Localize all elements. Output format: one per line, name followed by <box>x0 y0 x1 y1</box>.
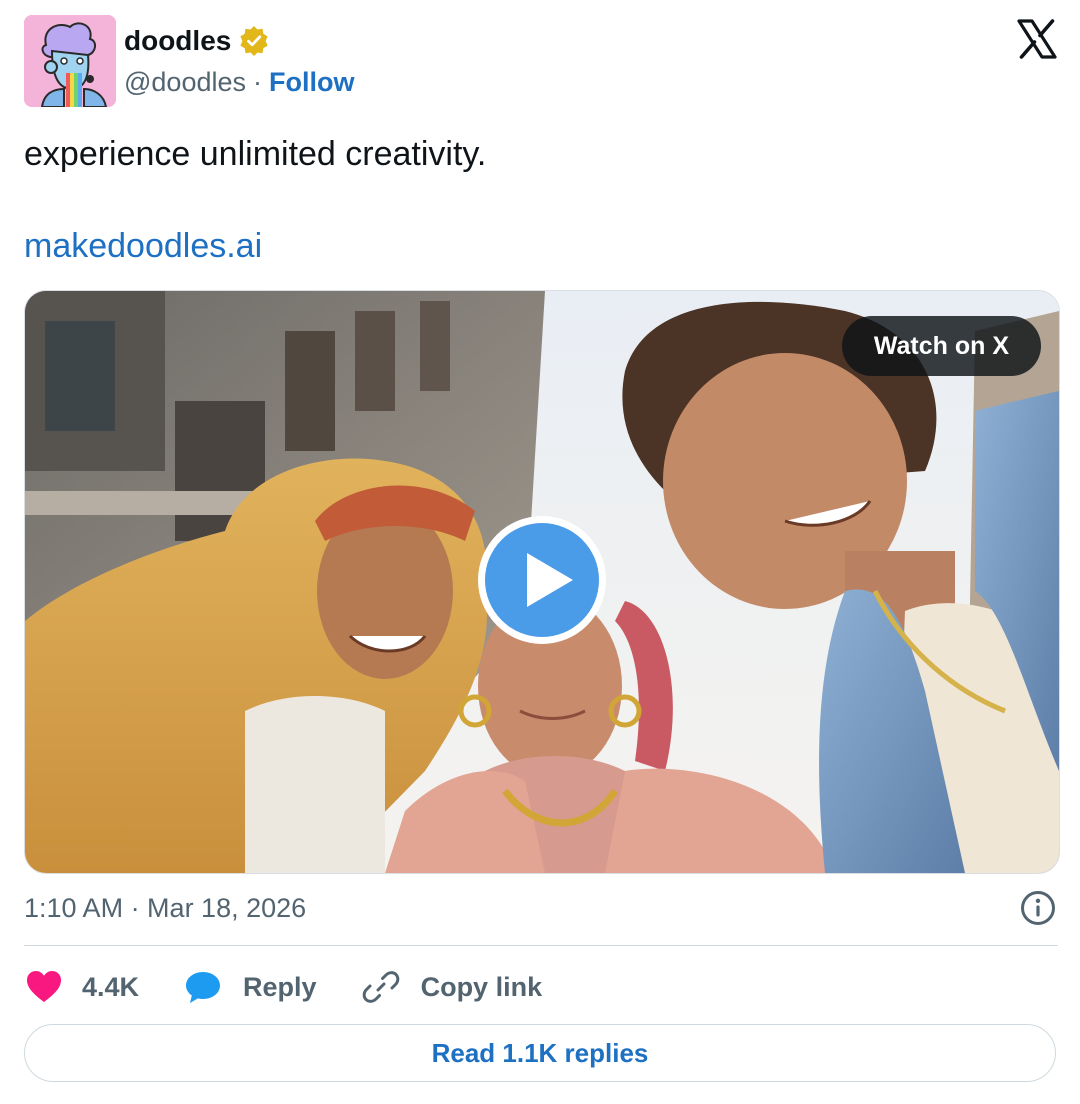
copy-link-label: Copy link <box>420 971 543 1002</box>
author-handle-row: @doodles · Follow <box>124 64 354 100</box>
author-handle[interactable]: @doodles <box>124 67 246 98</box>
read-replies-button[interactable]: Read 1.1K replies <box>24 1024 1056 1082</box>
play-icon[interactable] <box>475 513 609 647</box>
copy-link-button[interactable]: Copy link <box>361 967 543 1007</box>
separator-dot: · <box>253 66 262 97</box>
video-media[interactable]: Watch on X <box>24 290 1060 874</box>
link-icon <box>361 967 401 1007</box>
watch-on-x-button[interactable]: Watch on X <box>841 316 1041 376</box>
tweet-timestamp[interactable]: 1:10 AM · Mar 18, 2026 <box>24 890 306 926</box>
reply-bubble-icon <box>183 967 223 1007</box>
tweet-embed-card: doodles @doodles · Follow experience unl… <box>0 0 1080 1104</box>
like-button[interactable]: 4.4K <box>24 967 139 1007</box>
reply-label: Reply <box>243 971 317 1002</box>
author-display-name[interactable]: doodles <box>124 25 231 57</box>
reply-button[interactable]: Reply <box>183 967 317 1007</box>
author-avatar[interactable] <box>24 15 116 107</box>
follow-button[interactable]: Follow <box>269 67 354 98</box>
heart-icon <box>24 967 64 1007</box>
verified-badge-icon <box>239 26 269 56</box>
info-icon[interactable] <box>1020 890 1056 926</box>
tweet-text: experience unlimited creativity. <box>24 135 487 173</box>
author-name-row: doodles <box>124 22 269 60</box>
x-logo-icon[interactable] <box>1016 18 1058 60</box>
like-count: 4.4K <box>82 971 140 1002</box>
divider <box>24 945 1058 946</box>
doodle-avatar-illustration <box>24 15 116 107</box>
tweet-actions: 4.4K Reply Copy link <box>24 962 586 1012</box>
tweet-link[interactable]: makedoodles.ai <box>24 224 262 268</box>
